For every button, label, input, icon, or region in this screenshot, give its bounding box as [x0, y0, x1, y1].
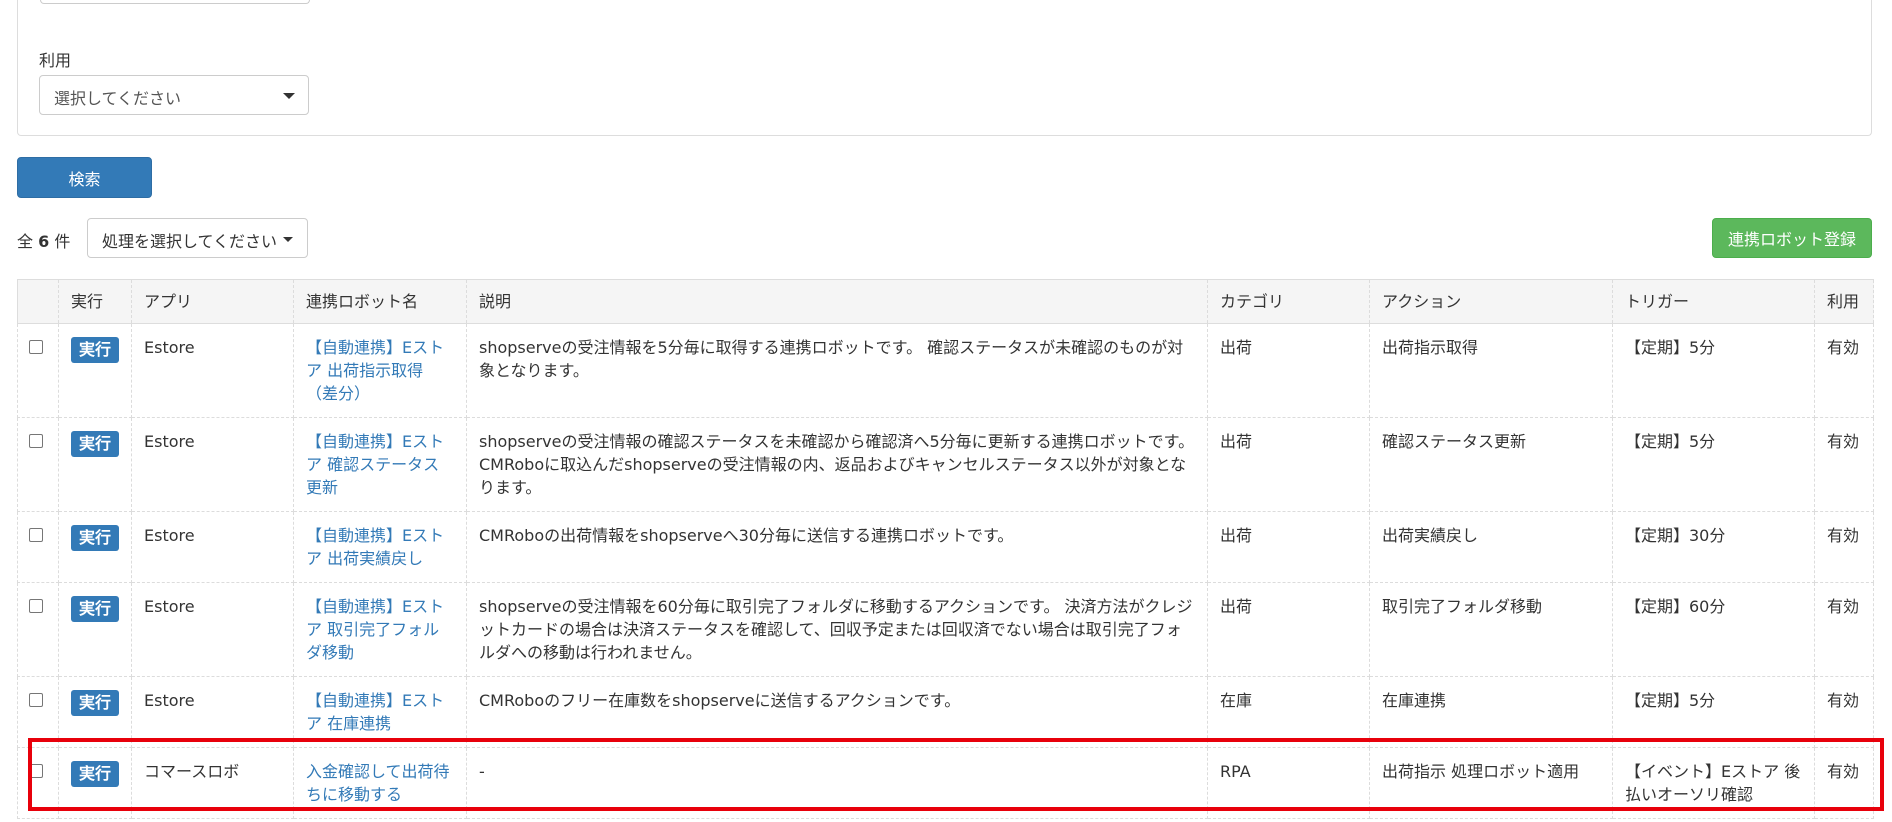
run-button[interactable]: 実行 — [71, 431, 119, 457]
robot-name-link[interactable]: 【自動連携】Eストア 出荷指示取得（差分） — [306, 338, 444, 403]
cell-action: 確認ステータス更新 — [1369, 417, 1613, 512]
cell-status: 有効 — [1814, 417, 1874, 512]
run-button[interactable]: 実行 — [71, 337, 119, 363]
cell-action: 在庫連携 — [1369, 676, 1613, 748]
cell-description: CMRoboのフリー在庫数をshopserveに送信するアクションです。 — [466, 676, 1208, 748]
header-trigger: トリガー — [1612, 279, 1815, 324]
header-app: アプリ — [131, 279, 294, 324]
cell-trigger: 【定期】5分 — [1612, 676, 1815, 748]
header-description: 説明 — [466, 279, 1208, 324]
table-row: 実行 Estore 【自動連携】Eストア 取引完了フォルダ移動 shopserv… — [17, 582, 1874, 677]
cell-category: RPA — [1207, 747, 1370, 819]
cell-trigger: 【定期】5分 — [1612, 417, 1815, 512]
table-row: 実行 コマースロボ 入金確認して出荷待ちに移動する - RPA 出荷指示 処理ロ… — [17, 747, 1874, 819]
chevron-down-icon — [283, 93, 295, 99]
cell-status: 有効 — [1814, 511, 1874, 583]
header-status: 利用 — [1814, 279, 1874, 324]
robot-name-link[interactable]: 【自動連携】Eストア 取引完了フォルダ移動 — [306, 597, 444, 662]
row-checkbox[interactable] — [29, 764, 43, 778]
cell-description: shopserveの受注情報の確認ステータスを未確認から確認済へ5分毎に更新する… — [466, 417, 1208, 512]
usage-filter-value: 選択してください — [54, 89, 182, 108]
cell-status: 有効 — [1814, 323, 1874, 418]
register-robot-button[interactable]: 連携ロボット登録 — [1712, 218, 1872, 258]
run-button[interactable]: 実行 — [71, 596, 119, 622]
cell-category: 出荷 — [1207, 511, 1370, 583]
row-checkbox[interactable] — [29, 340, 43, 354]
header-select — [17, 279, 59, 324]
row-checkbox[interactable] — [29, 434, 43, 448]
bulk-action-label: 処理を選択してください — [102, 232, 278, 251]
cell-trigger: 【定期】5分 — [1612, 323, 1815, 418]
cell-description: - — [466, 747, 1208, 819]
robot-table: 実行 アプリ 連携ロボット名 説明 カテゴリ アクション トリガー 利用 実行 … — [17, 279, 1874, 819]
header-category: カテゴリ — [1207, 279, 1370, 324]
cell-category: 出荷 — [1207, 323, 1370, 418]
robot-name-link[interactable]: 【自動連携】Eストア 在庫連携 — [306, 691, 444, 733]
table-header-row: 実行 アプリ 連携ロボット名 説明 カテゴリ アクション トリガー 利用 — [17, 279, 1874, 324]
search-filter-panel — [17, 0, 1872, 136]
run-button[interactable]: 実行 — [71, 690, 119, 716]
table-row: 実行 Estore 【自動連携】Eストア 在庫連携 CMRoboのフリー在庫数を… — [17, 676, 1874, 748]
robot-name-link[interactable]: 【自動連携】Eストア 出荷実績戻し — [306, 526, 444, 568]
cell-description: shopserveの受注情報を5分毎に取得する連携ロボットです。 確認ステータス… — [466, 323, 1208, 418]
cell-trigger: 【定期】60分 — [1612, 582, 1815, 677]
cell-description: shopserveの受注情報を60分毎に取引完了フォルダに移動するアクションです… — [466, 582, 1208, 677]
cell-status: 有効 — [1814, 582, 1874, 677]
cell-action: 出荷指示取得 — [1369, 323, 1613, 418]
cell-app: Estore — [131, 323, 294, 418]
cell-description: CMRoboの出荷情報をshopserveへ30分毎に送信する連携ロボットです。 — [466, 511, 1208, 583]
header-action: アクション — [1369, 279, 1613, 324]
header-run: 実行 — [58, 279, 132, 324]
caret-down-icon — [283, 237, 293, 242]
run-button[interactable]: 実行 — [71, 525, 119, 551]
cell-category: 在庫 — [1207, 676, 1370, 748]
robot-name-link[interactable]: 入金確認して出荷待ちに移動する — [306, 762, 450, 804]
cell-app: コマースロボ — [131, 747, 294, 819]
table-row: 実行 Estore 【自動連携】Eストア 出荷指示取得（差分） shopserv… — [17, 323, 1874, 418]
row-checkbox[interactable] — [29, 693, 43, 707]
header-robot-name: 連携ロボット名 — [293, 279, 467, 324]
search-button[interactable]: 検索 — [17, 157, 152, 198]
cell-status: 有効 — [1814, 676, 1874, 748]
cell-action: 出荷指示 処理ロボット適用 — [1369, 747, 1613, 819]
run-button[interactable]: 実行 — [71, 761, 119, 787]
robot-name-link[interactable]: 【自動連携】Eストア 確認ステータス更新 — [306, 432, 444, 497]
cell-category: 出荷 — [1207, 582, 1370, 677]
cell-trigger: 【イベント】Eストア 後払いオーソリ確認 — [1612, 747, 1815, 819]
cell-status: 有効 — [1814, 747, 1874, 819]
usage-filter-label: 利用 — [39, 51, 72, 70]
cell-category: 出荷 — [1207, 417, 1370, 512]
cell-action: 出荷実績戻し — [1369, 511, 1613, 583]
cell-app: Estore — [131, 676, 294, 748]
app-name-select[interactable] — [40, 0, 310, 4]
cell-action: 取引完了フォルダ移動 — [1369, 582, 1613, 677]
table-row: 実行 Estore 【自動連携】Eストア 出荷実績戻し CMRoboの出荷情報を… — [17, 511, 1874, 583]
cell-trigger: 【定期】30分 — [1612, 511, 1815, 583]
result-count: 全 6 件 — [17, 232, 71, 251]
row-checkbox[interactable] — [29, 599, 43, 613]
usage-filter-select[interactable]: 選択してください — [39, 75, 309, 115]
cell-app: Estore — [131, 582, 294, 677]
row-checkbox[interactable] — [29, 528, 43, 542]
cell-app: Estore — [131, 511, 294, 583]
cell-app: Estore — [131, 417, 294, 512]
bulk-action-dropdown[interactable]: 処理を選択してください — [87, 218, 308, 258]
result-count-number: 6 — [38, 232, 50, 251]
table-row: 実行 Estore 【自動連携】Eストア 確認ステータス更新 shopserve… — [17, 417, 1874, 512]
